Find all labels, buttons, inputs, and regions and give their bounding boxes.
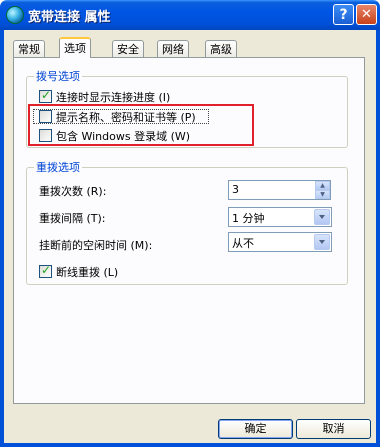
window-frame-bottom [0, 443, 380, 447]
redial-attempts-value[interactable]: 3 [232, 183, 239, 196]
redialing-options-label: 重拨选项 [34, 159, 82, 175]
tab-advanced[interactable]: 高级 [205, 40, 237, 57]
cancel-button[interactable]: 取消 [296, 419, 371, 439]
ok-button[interactable]: 确定 [218, 419, 293, 439]
redial-attempts-spinner[interactable]: 3 ▲ ▼ [228, 180, 331, 200]
redial-if-dropped-checkbox[interactable] [39, 263, 52, 278]
tab-options[interactable]: 选项 [59, 37, 91, 58]
network-connection-icon [6, 6, 24, 24]
help-button[interactable]: ? [333, 4, 354, 25]
window-frame-right [376, 30, 380, 447]
show-progress-checkbox[interactable] [39, 88, 52, 103]
redial-interval-label: 重拨间隔 (T): [39, 212, 106, 225]
tab-security[interactable]: 安全 [112, 40, 144, 57]
idle-hangup-value[interactable]: 从不 [232, 235, 254, 251]
redial-interval-dropdown[interactable]: 1 分钟 [228, 207, 332, 227]
show-progress-label[interactable]: 连接时显示连接进度 (I) [56, 89, 170, 105]
spin-up-icon[interactable]: ▲ [315, 181, 330, 190]
idle-hangup-dropdown[interactable]: 从不 [228, 232, 332, 252]
idle-hangup-label: 挂断前的空闲时间 (M): [39, 239, 153, 252]
window-title: 宽带连接 属性 [28, 10, 111, 25]
redial-attempts-label: 重拨次数 (R): [39, 185, 107, 198]
highlight-annotation-box [28, 104, 254, 146]
redial-if-dropped-label[interactable]: 断线重拨 (L) [56, 264, 118, 280]
redial-interval-value[interactable]: 1 分钟 [232, 210, 265, 226]
title-bar[interactable]: 宽带连接 属性 ? ✕ [0, 0, 380, 30]
chevron-down-icon[interactable] [314, 234, 330, 250]
tab-general[interactable]: 常规 [13, 40, 45, 57]
chevron-down-icon[interactable] [314, 209, 330, 225]
tab-networking[interactable]: 网络 [157, 40, 189, 57]
close-button[interactable]: ✕ [356, 4, 377, 25]
dialing-options-label: 拨号选项 [34, 68, 82, 84]
spin-down-icon[interactable]: ▼ [315, 190, 330, 199]
